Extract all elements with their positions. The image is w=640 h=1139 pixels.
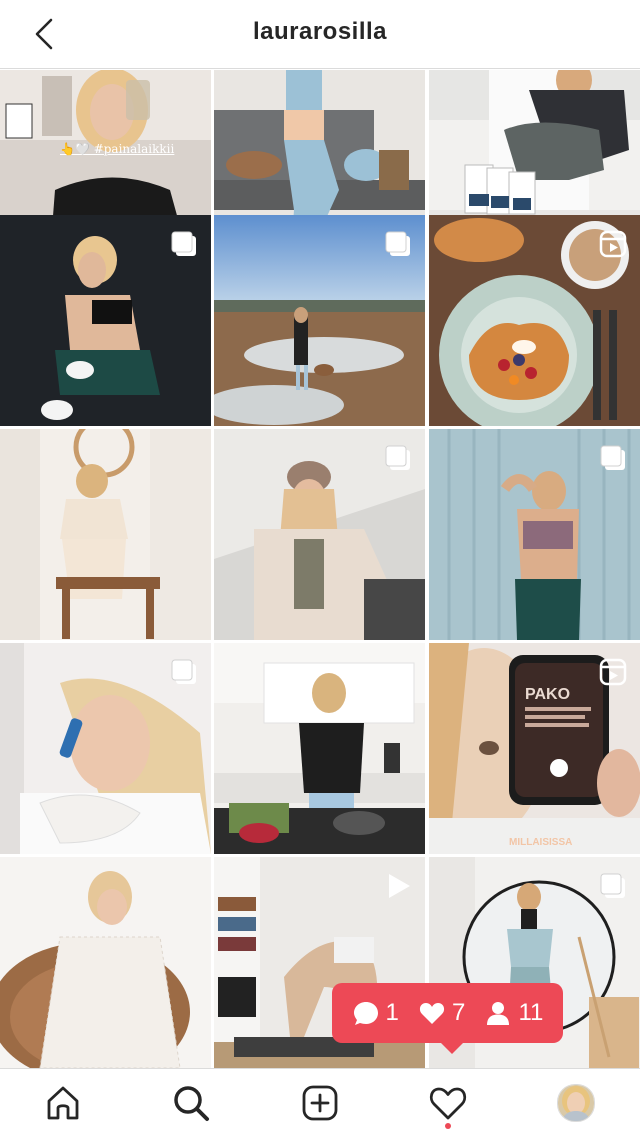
post-tile[interactable]: [0, 857, 211, 1068]
reels-icon: [599, 658, 627, 686]
carousel-icon: [385, 445, 410, 470]
post-tile[interactable]: [214, 215, 425, 426]
profile-avatar: [557, 1084, 595, 1122]
carousel-icon: [600, 445, 625, 470]
post-hashtag: 👆🤍 #painalaikkii: [60, 142, 175, 156]
nav-home-button[interactable]: [41, 1081, 85, 1125]
bottom-navigation: [0, 1068, 640, 1139]
search-icon: [174, 1086, 209, 1121]
activity-notification-dot: [445, 1123, 451, 1129]
nav-search-button[interactable]: [169, 1081, 213, 1125]
post-tile[interactable]: [214, 643, 425, 854]
svg-text:PAKO: PAKO: [525, 686, 570, 703]
top-bar: laurarosilla: [0, 0, 640, 69]
nav-profile-button[interactable]: [554, 1081, 598, 1125]
activity-notification-bubble[interactable]: 1 7 11: [332, 983, 563, 1054]
followers-count-item: 11: [484, 999, 543, 1027]
new-post-icon: [302, 1085, 338, 1121]
post-tile[interactable]: [0, 643, 211, 854]
activity-icon: [429, 1087, 467, 1120]
heart-icon: [419, 1003, 445, 1024]
comments-count: 1: [385, 999, 399, 1026]
comments-count-item: 1: [352, 999, 399, 1027]
nav-new-post-button[interactable]: [298, 1081, 342, 1125]
post-tile[interactable]: [429, 429, 640, 640]
posts-grid: 👆🤍 #painalaikkii PAKO MILLAISISSA: [0, 70, 640, 1068]
nav-activity-button[interactable]: [426, 1081, 470, 1125]
reels-icon: [599, 230, 627, 258]
home-icon: [47, 1086, 79, 1120]
carousel-icon: [171, 231, 196, 256]
post-tile[interactable]: [0, 215, 211, 426]
post-tile[interactable]: PAKO MILLAISISSA: [429, 643, 640, 854]
carousel-icon: [600, 873, 625, 898]
comment-icon: [353, 1002, 378, 1025]
carousel-icon: [171, 659, 196, 684]
followers-count: 11: [518, 999, 544, 1026]
post-tile[interactable]: [0, 429, 211, 640]
person-icon: [487, 1002, 510, 1025]
post-thumbnail: [214, 643, 425, 854]
post-thumbnail: [0, 429, 211, 640]
carousel-icon: [385, 231, 410, 256]
likes-count-item: 7: [418, 999, 465, 1027]
post-tile[interactable]: [214, 429, 425, 640]
post-tile[interactable]: [429, 215, 640, 426]
post-thumbnail: [0, 857, 211, 1068]
profile-username[interactable]: laurarosilla: [0, 18, 640, 46]
play-icon: [389, 874, 410, 898]
post-caption: MILLAISISSA: [509, 837, 573, 848]
likes-count: 7: [452, 999, 466, 1026]
